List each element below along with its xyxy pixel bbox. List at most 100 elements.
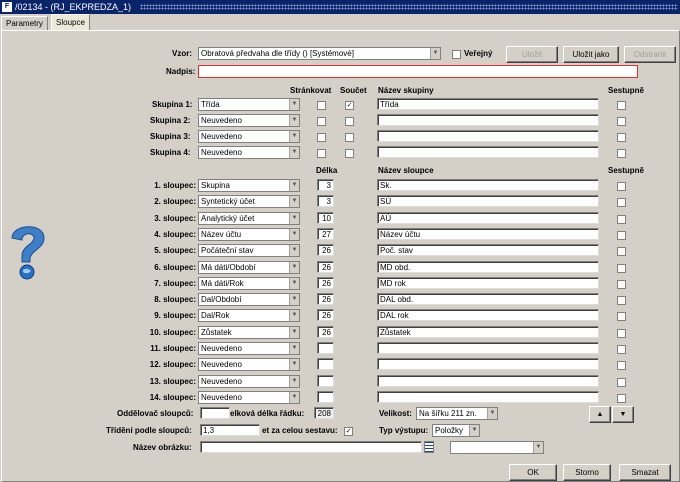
column-name-input[interactable]: MD rok xyxy=(377,276,599,289)
length-input[interactable]: 26 xyxy=(317,309,334,322)
soucet-checkbox[interactable]: ✓ xyxy=(345,101,354,110)
column-select[interactable]: Má dáti/Období ▼ xyxy=(198,260,300,274)
column-select[interactable]: Skupina ▼ xyxy=(198,179,300,192)
column-select[interactable]: Neuvedeno ▼ xyxy=(198,390,300,404)
column-select[interactable]: Dal/Rok ▼ xyxy=(198,309,300,323)
column-select[interactable]: Analytický účet ▼ xyxy=(198,211,300,225)
chevron-down-icon[interactable]: ▼ xyxy=(533,442,543,453)
chevron-down-icon[interactable]: ▼ xyxy=(289,99,299,110)
chevron-down-icon[interactable]: ▼ xyxy=(289,115,299,126)
column-select[interactable]: Název účtu ▼ xyxy=(198,227,300,241)
length-input[interactable]: 3 xyxy=(317,195,334,208)
column-name-input[interactable]: DAL obd. xyxy=(377,293,599,306)
sestupne-checkbox[interactable] xyxy=(617,149,626,158)
velikost-select[interactable]: Na šířku 211 zn. ▼ xyxy=(416,407,498,420)
length-input[interactable]: 3 xyxy=(317,179,334,191)
chevron-down-icon[interactable]: ▼ xyxy=(487,408,497,419)
chevron-down-icon[interactable]: ▼ xyxy=(289,147,299,158)
chevron-down-icon[interactable]: ▼ xyxy=(289,375,299,387)
sestupne-checkbox[interactable] xyxy=(617,133,626,142)
group-select[interactable]: Neuvedeno ▼ xyxy=(198,130,300,143)
move-down-button[interactable]: ▼ xyxy=(612,406,634,423)
tab-sloupce[interactable]: Sloupce xyxy=(51,14,90,30)
nadpis-input[interactable] xyxy=(198,65,638,78)
sestupne-checkbox[interactable] xyxy=(617,198,626,208)
sestupne-checkbox[interactable] xyxy=(617,328,626,338)
length-input[interactable]: 26 xyxy=(317,260,334,273)
group-name-input[interactable] xyxy=(377,114,599,126)
soucet-checkbox[interactable] xyxy=(345,117,354,126)
sestupne-checkbox[interactable] xyxy=(617,247,626,257)
group-name-input[interactable] xyxy=(377,146,599,158)
obrazek-input[interactable] xyxy=(200,441,422,453)
column-select[interactable]: Syntetický účet ▼ xyxy=(198,195,300,209)
column-name-input[interactable] xyxy=(377,374,599,387)
column-name-input[interactable]: Sk. xyxy=(377,179,599,191)
group-name-input[interactable]: Třída xyxy=(377,98,599,110)
chevron-down-icon[interactable]: ▼ xyxy=(430,48,440,59)
column-select[interactable]: Dal/Období ▼ xyxy=(198,293,300,307)
sestupne-checkbox[interactable] xyxy=(617,296,626,306)
soucet-checkbox[interactable] xyxy=(345,133,354,142)
length-input[interactable] xyxy=(317,358,334,371)
ok-button[interactable]: OK xyxy=(509,464,557,481)
group-name-input[interactable] xyxy=(377,130,599,142)
smazat-button[interactable]: Smazat xyxy=(619,464,671,481)
column-select[interactable]: Neuvedeno ▼ xyxy=(198,358,300,372)
list-icon[interactable] xyxy=(424,441,434,453)
length-input[interactable]: 26 xyxy=(317,276,334,289)
length-input[interactable]: 26 xyxy=(317,244,334,257)
sestupne-checkbox[interactable] xyxy=(617,214,626,224)
tab-parametry[interactable]: Parametry xyxy=(1,16,48,30)
chevron-down-icon[interactable]: ▼ xyxy=(289,131,299,142)
verejny-checkbox[interactable] xyxy=(452,50,461,59)
sestupne-checkbox[interactable] xyxy=(617,345,626,354)
strankovat-checkbox[interactable] xyxy=(317,149,326,158)
chevron-down-icon[interactable]: ▼ xyxy=(289,359,299,371)
group-select[interactable]: Neuvedeno ▼ xyxy=(198,114,300,127)
column-select[interactable]: Neuvedeno ▼ xyxy=(198,374,300,388)
sestupne-checkbox[interactable] xyxy=(617,182,626,191)
oddelovac-input[interactable] xyxy=(200,407,230,419)
column-select[interactable]: Neuvedeno ▼ xyxy=(198,342,300,355)
column-name-input[interactable]: DAL rok xyxy=(377,309,599,322)
length-input[interactable]: 10 xyxy=(317,211,334,224)
length-input[interactable] xyxy=(317,390,334,403)
column-name-input[interactable]: Název účtu xyxy=(377,227,599,240)
length-input[interactable]: 26 xyxy=(317,293,334,306)
sestupne-checkbox[interactable] xyxy=(617,361,626,371)
move-up-button[interactable]: ▲ xyxy=(589,406,611,423)
group-select[interactable]: Třída ▼ xyxy=(198,98,300,111)
column-name-input[interactable]: AÚ xyxy=(377,211,599,224)
sestupne-checkbox[interactable] xyxy=(617,117,626,126)
ulozit-jako-button[interactable]: Uložit jako xyxy=(563,46,619,63)
ulozit-button[interactable]: Uložit xyxy=(506,46,558,63)
chevron-down-icon[interactable]: ▼ xyxy=(289,261,299,273)
obrazek-select[interactable]: ▼ xyxy=(450,441,544,454)
column-name-input[interactable]: MD obd. xyxy=(377,260,599,273)
soucet-checkbox[interactable] xyxy=(345,149,354,158)
chevron-down-icon[interactable]: ▼ xyxy=(289,343,299,354)
column-name-input[interactable]: SÚ xyxy=(377,195,599,208)
column-name-input[interactable]: Zůstatek xyxy=(377,325,599,338)
column-name-input[interactable] xyxy=(377,358,599,371)
chevron-down-icon[interactable]: ▼ xyxy=(289,391,299,403)
vzor-select[interactable]: Obratová předvaha dle třídy () [Systémov… xyxy=(198,47,441,60)
chevron-down-icon[interactable]: ▼ xyxy=(289,180,299,191)
sestupne-checkbox[interactable] xyxy=(617,101,626,110)
chevron-down-icon[interactable]: ▼ xyxy=(289,326,299,338)
sestupne-checkbox[interactable] xyxy=(617,393,626,403)
column-select[interactable]: Počáteční stav ▼ xyxy=(198,244,300,258)
length-input[interactable] xyxy=(317,342,334,354)
sestupne-checkbox[interactable] xyxy=(617,263,626,273)
odstranit-button[interactable]: Odstranit xyxy=(624,46,676,63)
sestupne-checkbox[interactable] xyxy=(617,377,626,387)
strankovat-checkbox[interactable] xyxy=(317,133,326,142)
column-name-input[interactable] xyxy=(377,342,599,354)
chevron-down-icon[interactable]: ▼ xyxy=(289,310,299,322)
storno-button[interactable]: Storno xyxy=(563,464,611,481)
chevron-down-icon[interactable]: ▼ xyxy=(469,425,479,436)
column-select[interactable]: Zůstatek ▼ xyxy=(198,325,300,339)
group-select[interactable]: Neuvedeno ▼ xyxy=(198,146,300,159)
length-input[interactable]: 27 xyxy=(317,227,334,240)
